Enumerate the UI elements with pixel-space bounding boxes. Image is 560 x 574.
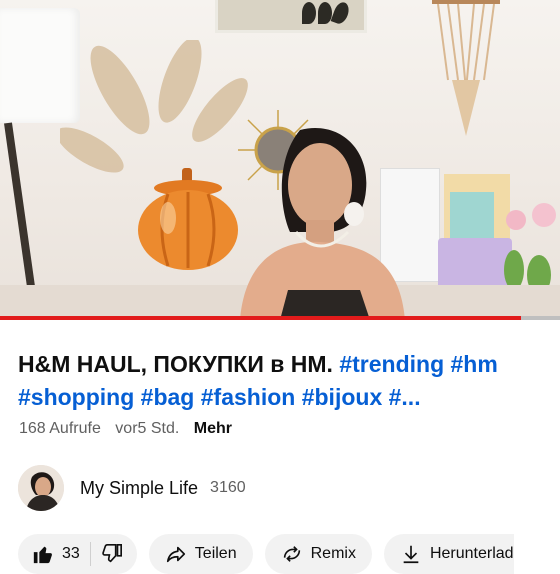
glass-pumpkin-jar [138, 168, 238, 270]
hashtag-link[interactable]: #bag [141, 384, 195, 410]
subscriber-count: 3160 [210, 479, 246, 496]
like-count[interactable]: 33 [62, 545, 80, 563]
gift-box-teal [450, 192, 494, 242]
hashtag-link[interactable]: #shopping [18, 384, 134, 410]
hashtag-link[interactable]: #trending [339, 351, 444, 377]
remix-button[interactable]: Remix [264, 534, 372, 574]
video-meta[interactable]: 168 Aufrufe vor5 Std. Mehr [19, 420, 242, 438]
more-button[interactable]: Mehr [194, 420, 232, 437]
thumbs-up-icon[interactable] [32, 543, 54, 565]
view-count: 168 Aufrufe [19, 420, 101, 437]
wall-picture-frame [215, 0, 367, 33]
remix-icon [281, 543, 303, 565]
video-title[interactable]: H&M HAUL, ПОКУПКИ в HM. #trending #hm #s… [18, 348, 548, 414]
channel-avatar[interactable] [18, 465, 64, 511]
video-info: H&M HAUL, ПОКУПКИ в HM. #trending #hm #s… [0, 320, 560, 574]
divider [89, 542, 91, 566]
download-icon [400, 543, 422, 565]
hashtag-link[interactable]: #hm [451, 351, 498, 377]
video-player[interactable] [0, 0, 560, 320]
download-label: Herunterlad [429, 545, 514, 562]
share-button[interactable]: Teilen [148, 534, 253, 574]
hashtag-link[interactable]: #fashion [201, 384, 296, 410]
macrame-wall-hanging [432, 0, 500, 136]
title-text: H&M HAUL, ПОКУПКИ в HM. [18, 351, 340, 377]
upload-time: vor5 Std. [115, 420, 180, 437]
hashtag-link[interactable]: #... [389, 384, 421, 410]
remix-label: Remix [310, 545, 356, 562]
channel-row[interactable]: My Simple Life 3160 [18, 464, 246, 512]
action-bar: 33 Teilen Remix Herunterlad [18, 534, 514, 574]
like-dislike-group: 33 [18, 534, 137, 574]
share-arrow-icon [165, 543, 187, 565]
share-label: Teilen [194, 545, 237, 562]
download-button[interactable]: Herunterlad [383, 534, 514, 574]
hashtag-link[interactable]: #bijoux [302, 384, 383, 410]
channel-name[interactable]: My Simple Life [80, 478, 198, 499]
thumbs-down-icon[interactable] [101, 543, 123, 565]
